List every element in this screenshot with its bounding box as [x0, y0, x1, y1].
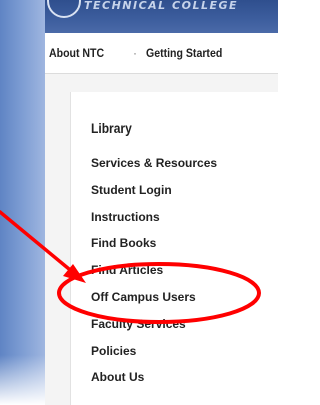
- sidebar-link-list: Services & Resources Student Login Instr…: [91, 155, 217, 396]
- website-frame: TECHNICAL COLLEGE About NTC · Getting St…: [45, 0, 279, 405]
- nav-separator: ·: [133, 46, 137, 60]
- sidebar-link-instructions[interactable]: Instructions: [91, 209, 217, 236]
- left-background-fade: [0, 355, 45, 405]
- sidebar-title: Library: [91, 120, 132, 136]
- sidebar-link-find-articles[interactable]: Find Articles: [91, 262, 217, 289]
- sidebar-link-off-campus-users[interactable]: Off Campus Users: [91, 289, 217, 316]
- nav-getting-started[interactable]: Getting Started: [146, 46, 222, 60]
- banner-text: TECHNICAL COLLEGE: [84, 0, 239, 12]
- nav-about-ntc[interactable]: About NTC: [49, 46, 104, 60]
- sidebar-link-faculty-services[interactable]: Faculty Services: [91, 316, 217, 343]
- site-banner: TECHNICAL COLLEGE: [45, 0, 278, 33]
- sidebar-link-services-resources[interactable]: Services & Resources: [91, 155, 217, 182]
- college-logo-icon: [47, 0, 81, 18]
- sidebar-link-about-us[interactable]: About Us: [91, 369, 217, 396]
- top-navigation: About NTC · Getting Started: [45, 33, 278, 74]
- sidebar-link-policies[interactable]: Policies: [91, 343, 217, 370]
- sidebar-link-student-login[interactable]: Student Login: [91, 182, 217, 209]
- library-sidebar: Library Services & Resources Student Log…: [70, 92, 279, 405]
- sidebar-link-find-books[interactable]: Find Books: [91, 235, 217, 262]
- left-background-strip: [0, 0, 45, 405]
